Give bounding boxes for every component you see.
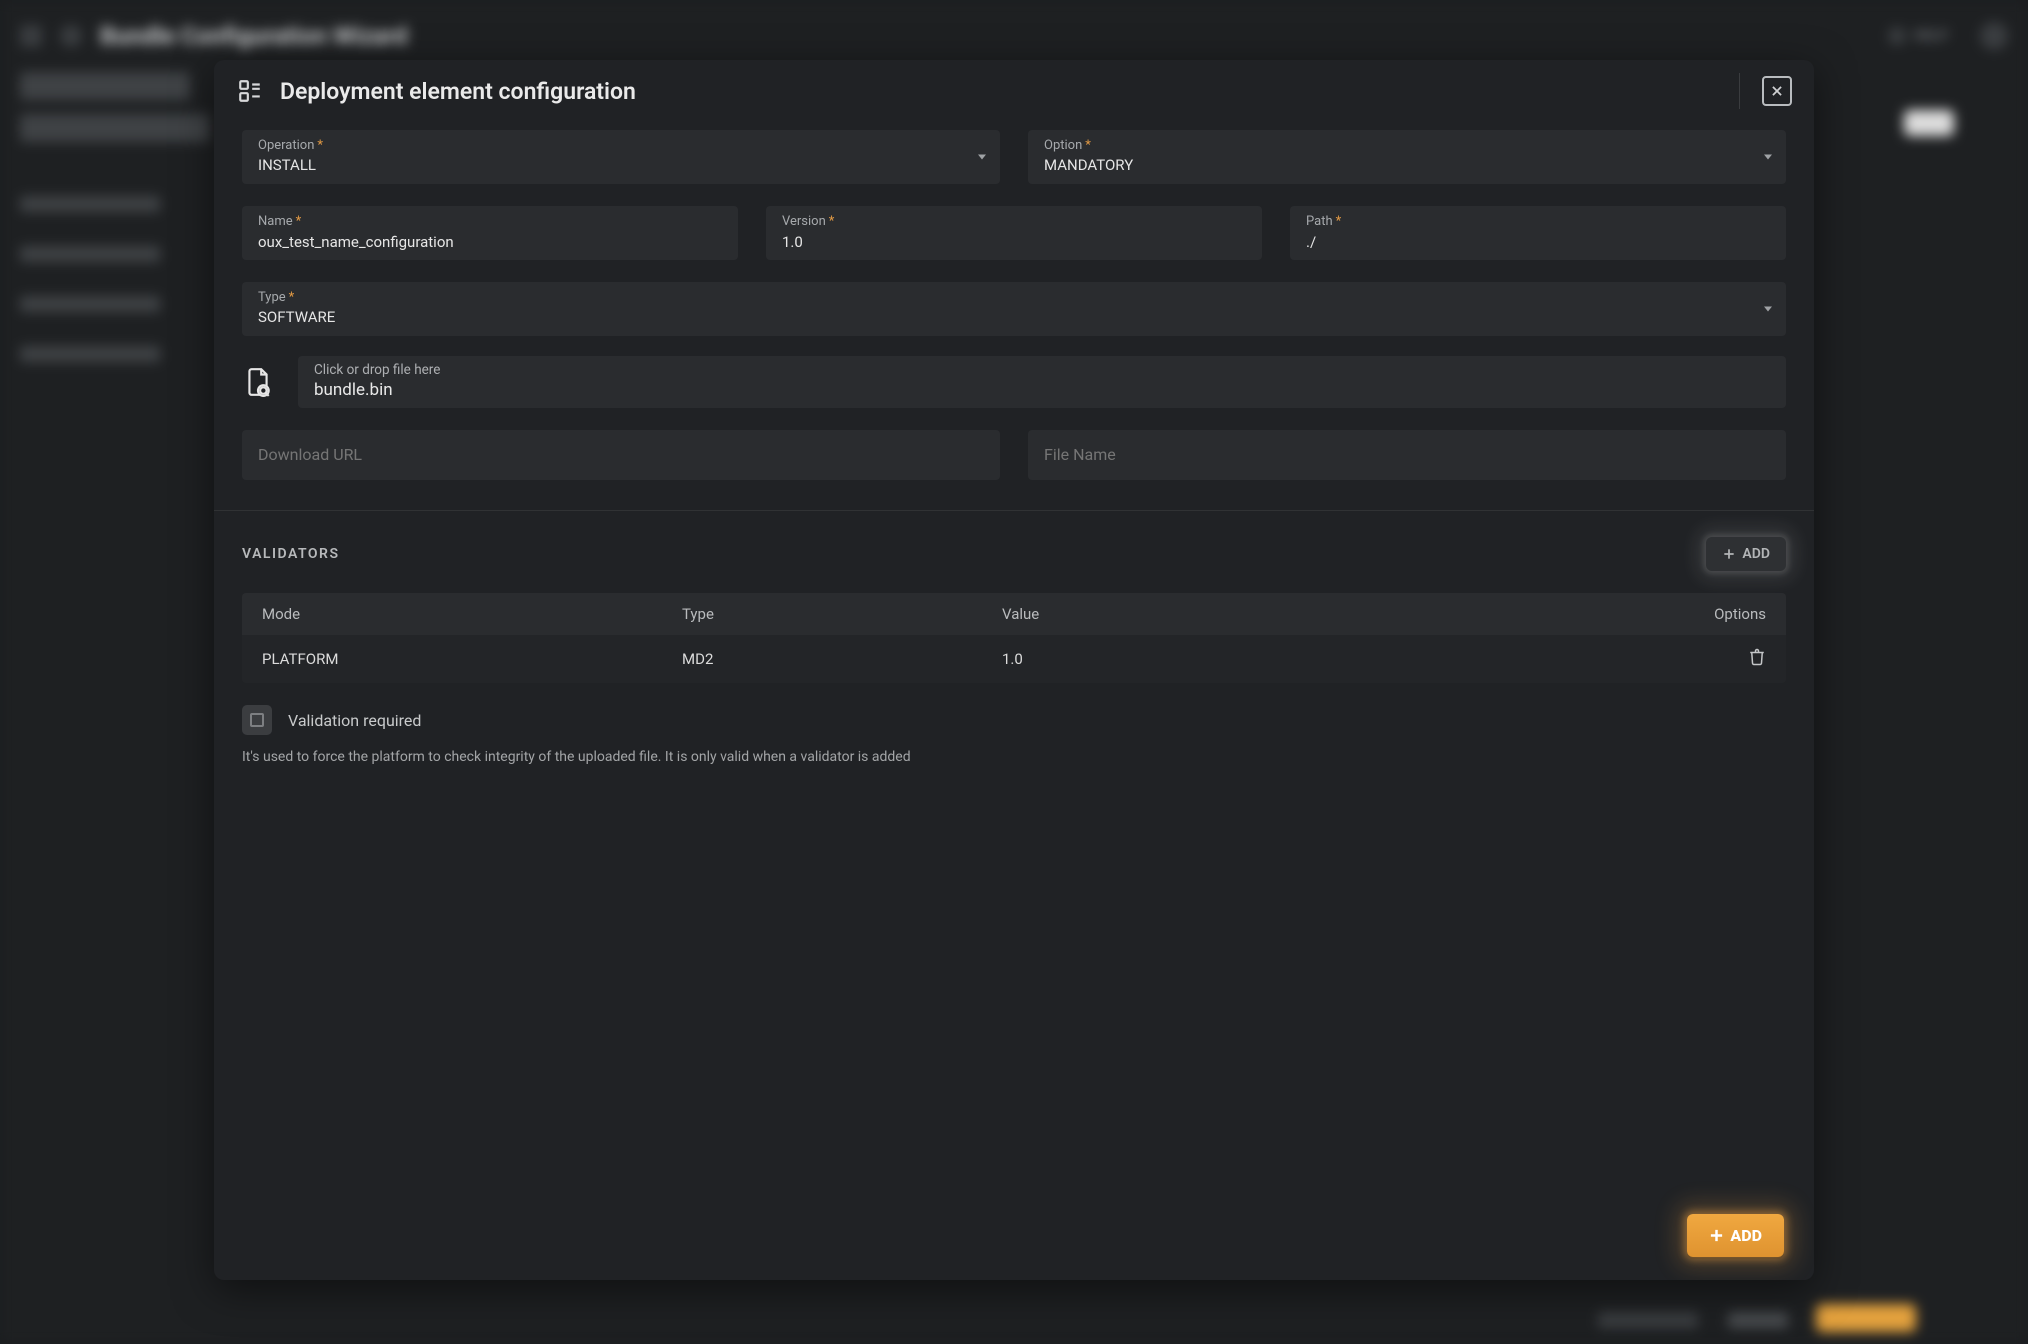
plus-icon — [1709, 1228, 1724, 1243]
validation-required-hint: It's used to force the platform to check… — [242, 749, 1786, 765]
col-options: Options — [1676, 605, 1766, 623]
version-field[interactable] — [782, 232, 1246, 251]
plus-icon — [1722, 547, 1736, 561]
deployment-config-modal: Deployment element configuration Operati… — [214, 60, 1814, 1280]
type-select[interactable]: Type* SOFTWARE — [242, 282, 1786, 336]
name-input[interactable]: Name* — [242, 206, 738, 260]
file-dropzone[interactable]: Click or drop file here bundle.bin — [298, 356, 1786, 408]
validation-required-checkbox[interactable] — [242, 705, 272, 735]
file-icon — [242, 367, 274, 397]
version-input[interactable]: Version* — [766, 206, 1262, 260]
validators-table: Mode Type Value Options PLATFORM MD2 1.0 — [242, 593, 1786, 683]
file-drop-hint: Click or drop file here — [314, 362, 1770, 378]
col-mode: Mode — [262, 605, 682, 623]
delete-validator-button[interactable] — [1748, 647, 1766, 667]
path-field[interactable] — [1306, 232, 1770, 251]
operation-select[interactable]: Operation* INSTALL — [242, 130, 1000, 184]
modal-title: Deployment element configuration — [280, 78, 636, 105]
modal-body: Operation* INSTALL Option* MANDATORY Nam… — [214, 122, 1814, 1190]
path-input[interactable]: Path* — [1290, 206, 1786, 260]
chevron-down-icon — [978, 155, 986, 160]
cell-type: MD2 — [682, 650, 1002, 668]
chevron-down-icon — [1764, 307, 1772, 312]
validators-heading: VALIDATORS — [242, 546, 340, 562]
file-name-input[interactable] — [1028, 430, 1786, 480]
chevron-down-icon — [1764, 155, 1772, 160]
table-row: PLATFORM MD2 1.0 — [242, 635, 1786, 683]
name-field[interactable] — [258, 232, 722, 251]
col-value: Value — [1002, 605, 1676, 623]
section-divider — [214, 510, 1814, 511]
col-type: Type — [682, 605, 1002, 623]
file-name-field[interactable] — [1044, 445, 1770, 464]
download-url-input[interactable] — [242, 430, 1000, 480]
file-name-value: bundle.bin — [314, 380, 1770, 400]
cell-mode: PLATFORM — [262, 650, 682, 668]
option-select[interactable]: Option* MANDATORY — [1028, 130, 1786, 184]
modal-footer: ADD — [214, 1190, 1814, 1280]
modal-overlay: Deployment element configuration Operati… — [0, 0, 2028, 1344]
trash-icon — [1748, 647, 1766, 667]
add-validator-button[interactable]: ADD — [1706, 537, 1786, 571]
close-button[interactable] — [1762, 76, 1792, 106]
add-button[interactable]: ADD — [1687, 1214, 1784, 1257]
modal-header: Deployment element configuration — [214, 60, 1814, 122]
cell-value: 1.0 — [1002, 650, 1676, 668]
validation-required-label: Validation required — [288, 711, 421, 730]
download-url-field[interactable] — [258, 445, 984, 464]
form-icon — [236, 77, 264, 105]
